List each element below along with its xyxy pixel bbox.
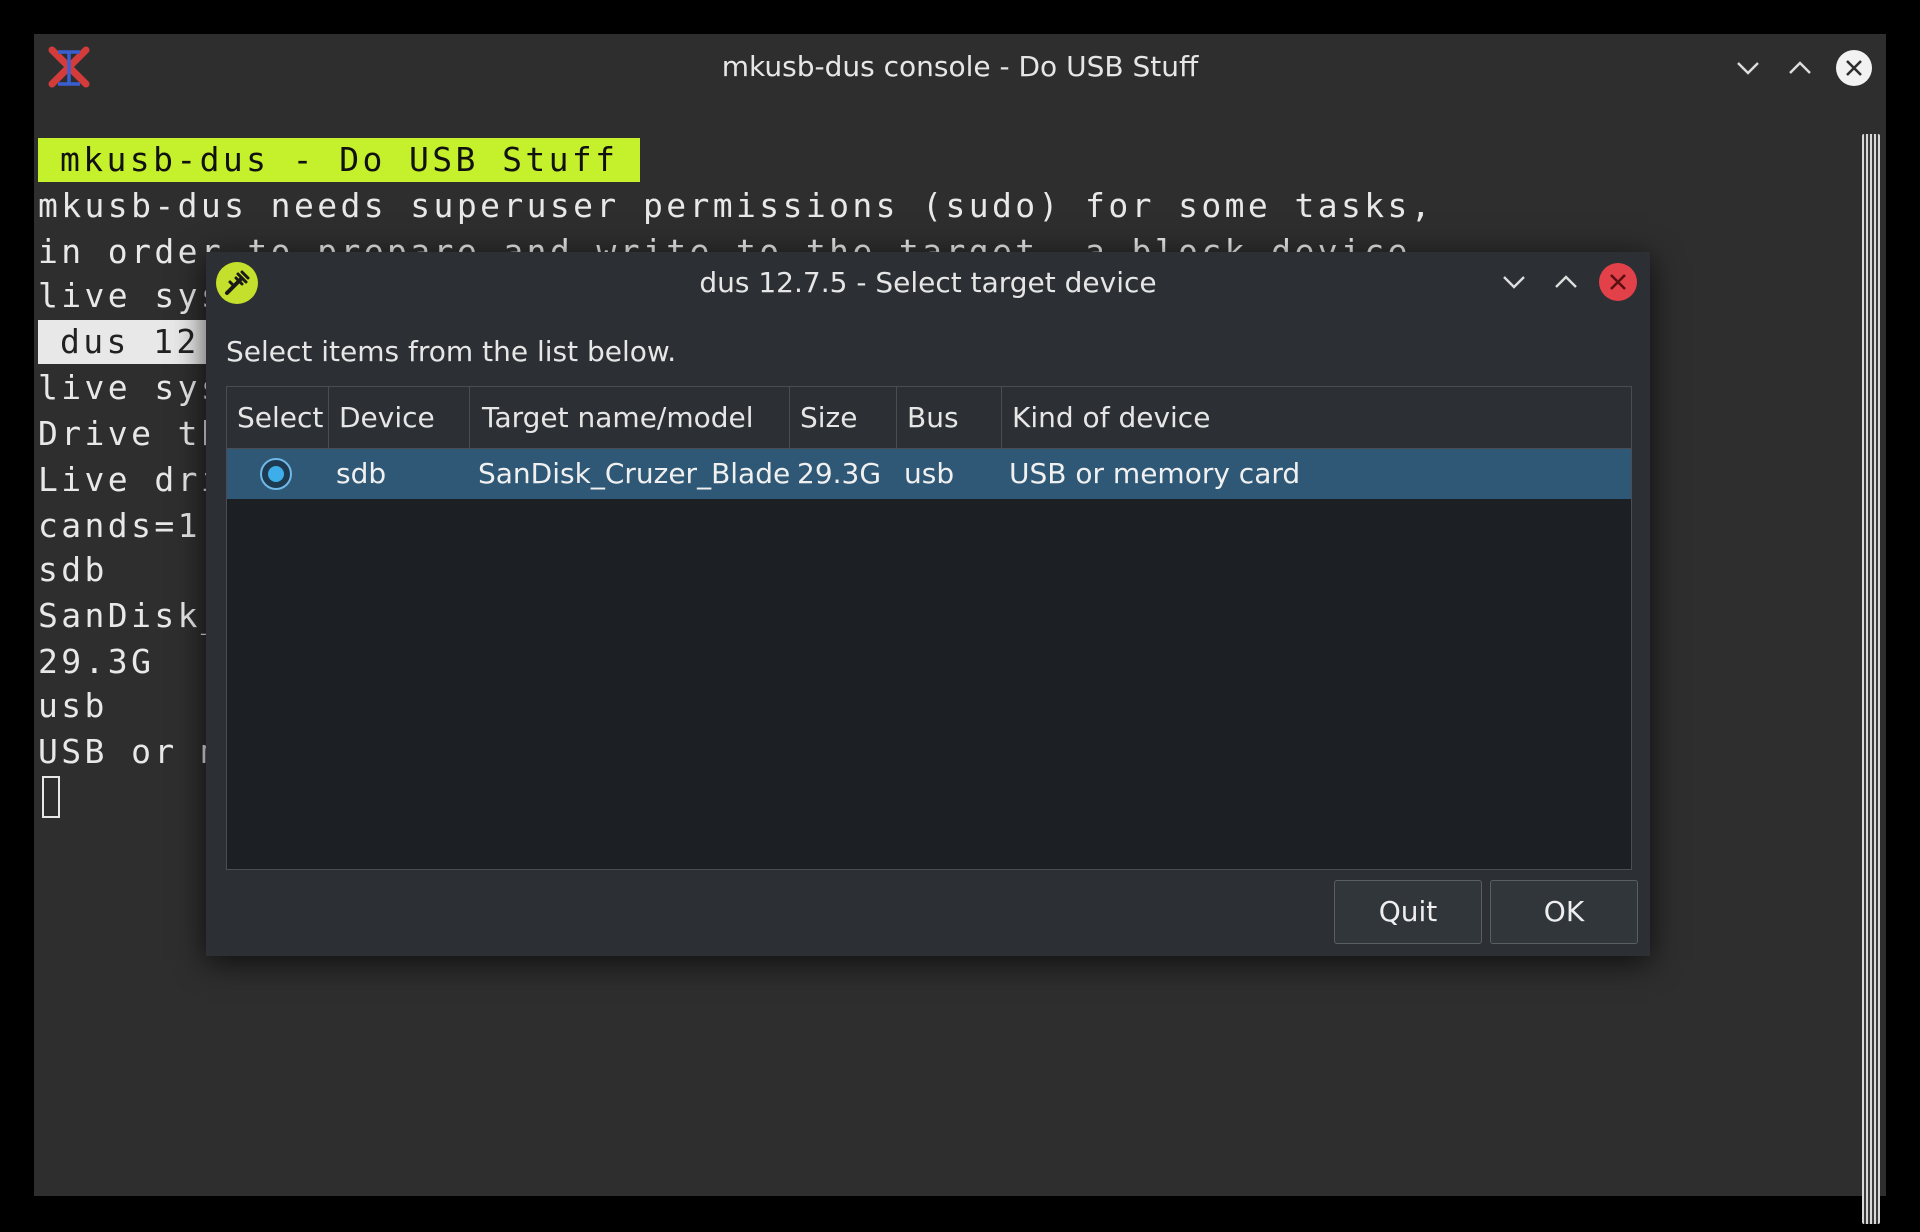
chevron-up-icon[interactable]: [1780, 48, 1820, 88]
table-header: Select Device Target name/model Size Bus…: [227, 387, 1631, 449]
terminal-line: usb: [38, 686, 108, 725]
terminal-line: mkusb-dus needs superuser permissions (s…: [38, 186, 1435, 225]
cell-target: SanDisk_Cruzer_Blade: [478, 457, 791, 490]
ok-button[interactable]: OK: [1490, 880, 1638, 944]
chevron-down-icon[interactable]: [1728, 48, 1768, 88]
device-table: Select Device Target name/model Size Bus…: [226, 386, 1632, 870]
column-header-size[interactable]: Size: [790, 387, 897, 449]
cell-bus: usb: [904, 457, 955, 490]
terminal-cursor: [42, 776, 60, 818]
terminal-line: USB or m: [38, 732, 225, 771]
close-icon[interactable]: [1598, 262, 1638, 302]
select-target-dialog: dus 12.7.5 - Select target device Select…: [206, 252, 1650, 956]
column-header-select[interactable]: Select: [227, 387, 329, 449]
quit-button[interactable]: Quit: [1334, 880, 1482, 944]
cell-size: 29.3G: [797, 457, 882, 490]
dialog-prompt: Select items from the list below.: [226, 335, 677, 368]
cell-device: sdb: [336, 457, 387, 490]
chevron-down-icon[interactable]: [1494, 262, 1534, 302]
close-icon[interactable]: [1834, 48, 1874, 88]
terminal-line: Live dri: [38, 460, 225, 499]
terminal-line: SanDisk_: [38, 596, 225, 635]
select-radio[interactable]: [260, 458, 292, 490]
terminal-scrollbar[interactable]: [1860, 100, 1882, 1224]
dialog-title: dus 12.7.5 - Select target device: [699, 266, 1157, 299]
terminal-line: cands=1: [38, 506, 201, 545]
table-row[interactable]: sdb SanDisk_Cruzer_Blade 29.3G usb USB o…: [227, 449, 1631, 499]
terminal-line: live sys: [38, 276, 225, 315]
terminal-line: Drive th: [38, 414, 225, 453]
terminal-title: mkusb-dus console - Do USB Stuff: [721, 50, 1199, 83]
terminal-line: 29.3G: [38, 642, 155, 681]
cell-kind: USB or memory card: [1009, 457, 1301, 490]
scrollbar-thumb[interactable]: [1862, 134, 1880, 1224]
terminal-line: sdb: [38, 550, 108, 589]
column-header-bus[interactable]: Bus: [897, 387, 1002, 449]
column-header-kind[interactable]: Kind of device: [1002, 387, 1631, 449]
terminal-line: live sys: [38, 368, 225, 407]
chevron-up-icon[interactable]: [1546, 262, 1586, 302]
terminal-banner: mkusb-dus - Do USB Stuff: [38, 138, 641, 182]
dialog-titlebar[interactable]: dus 12.7.5 - Select target device: [206, 252, 1650, 314]
column-header-target[interactable]: Target name/model: [470, 387, 790, 449]
terminal-line-highlighted: dus 12: [38, 320, 222, 364]
column-header-device[interactable]: Device: [329, 387, 470, 449]
terminal-titlebar[interactable]: mkusb-dus console - Do USB Stuff: [34, 34, 1886, 100]
